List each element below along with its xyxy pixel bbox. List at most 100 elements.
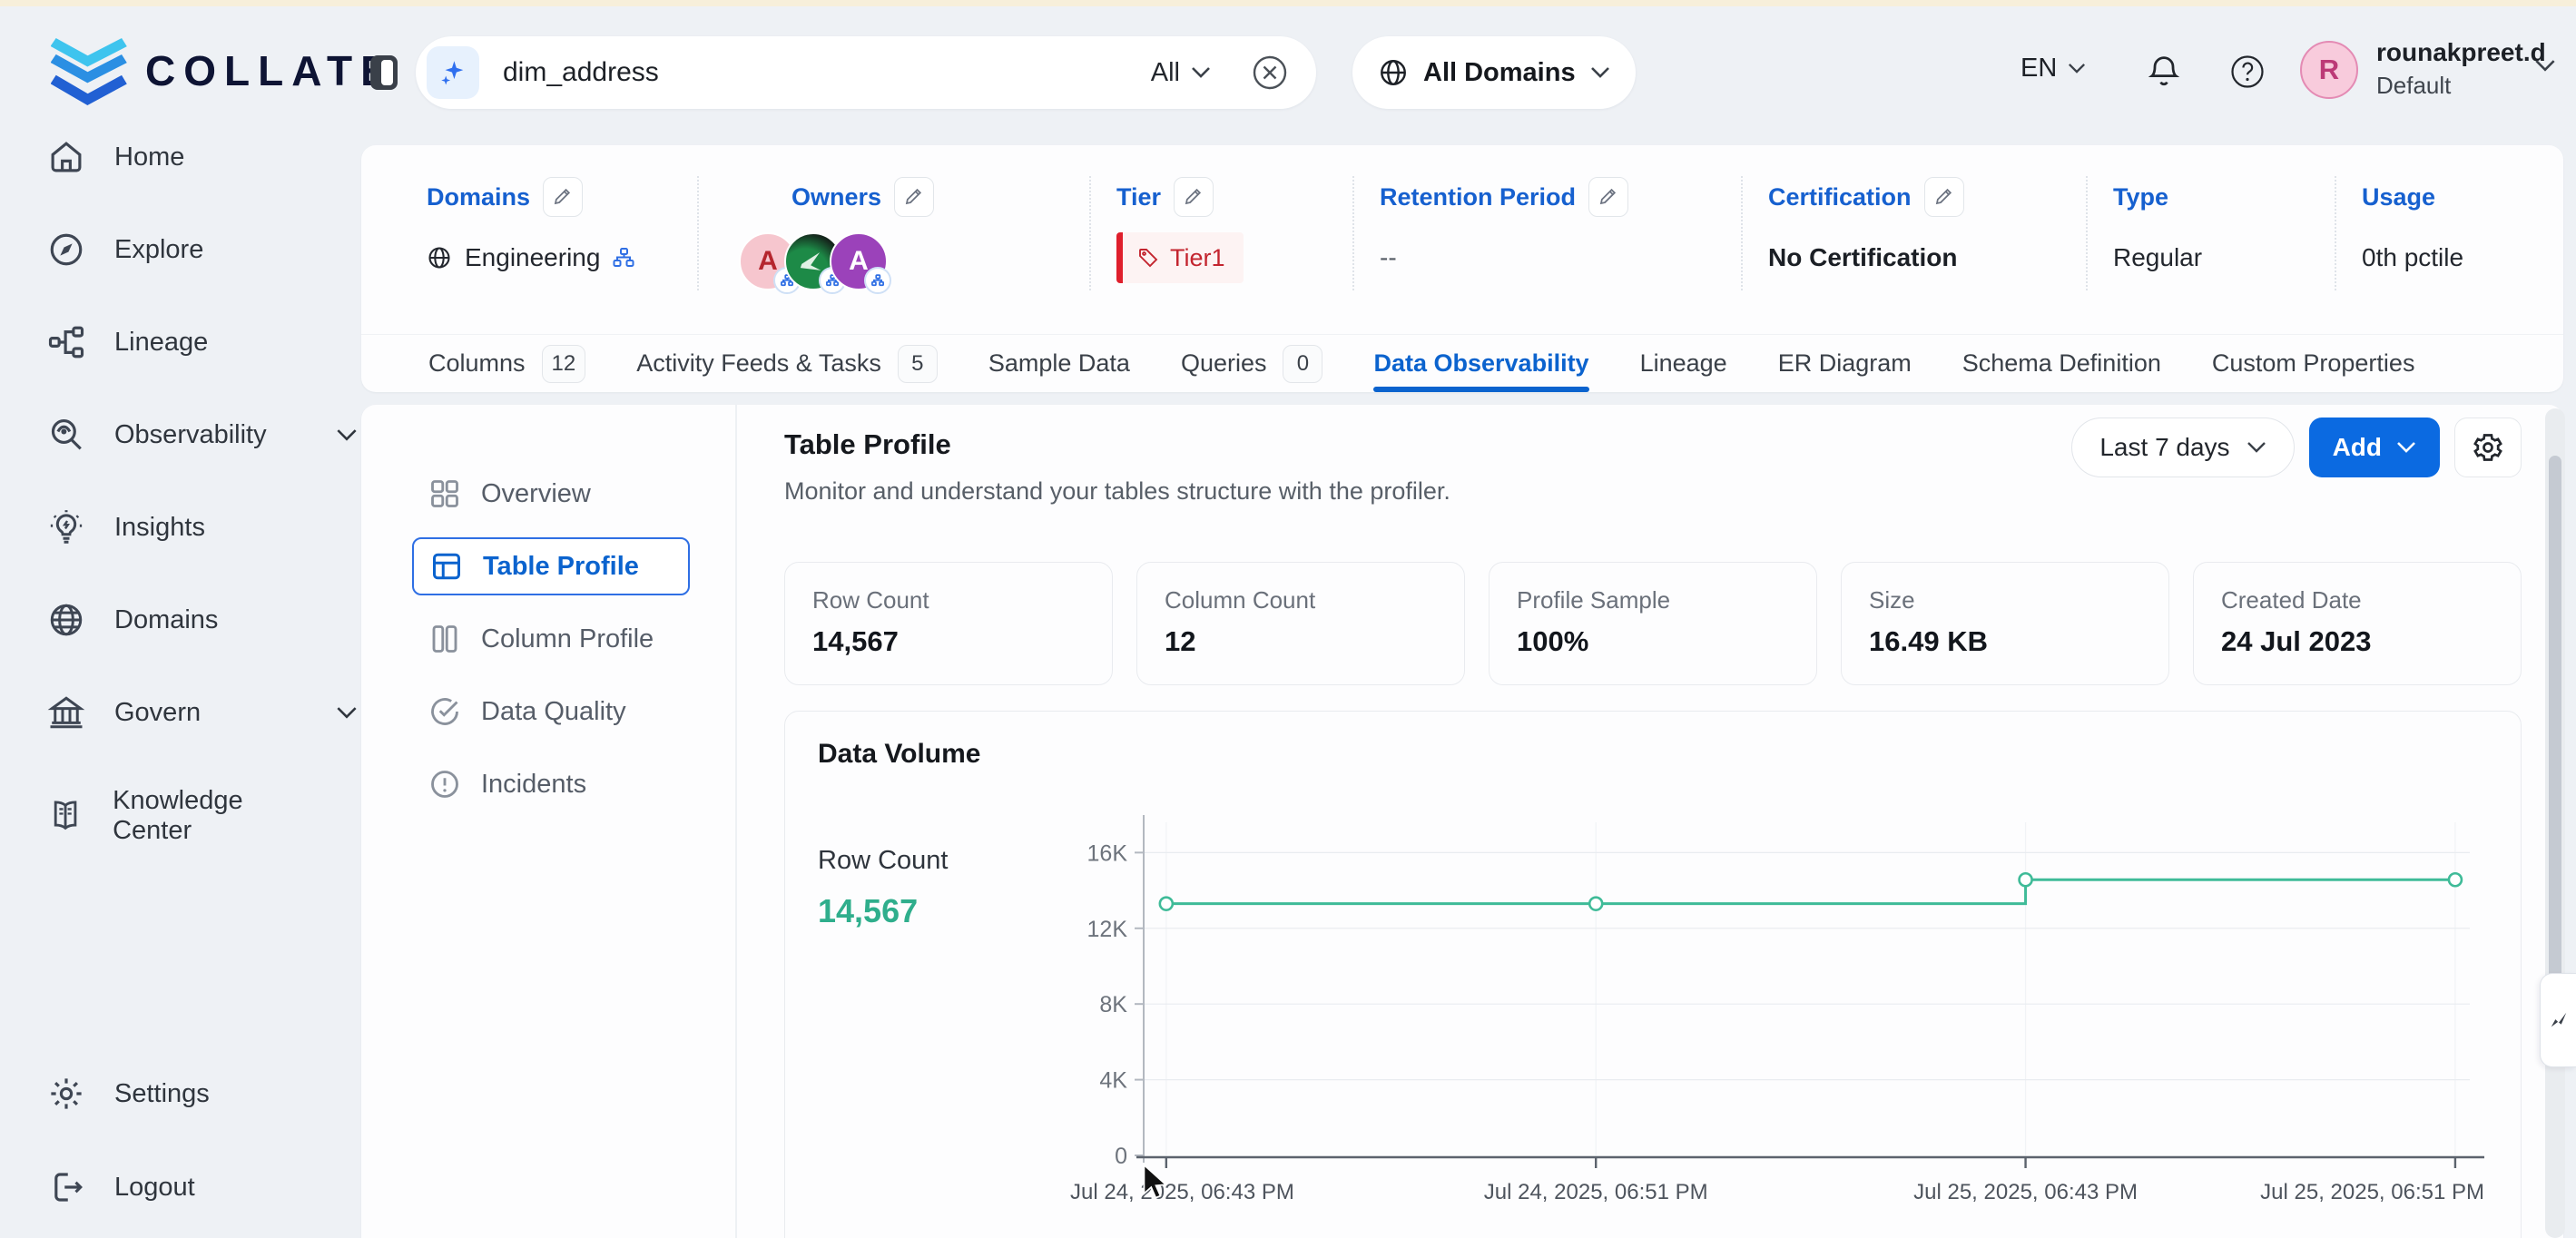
logout-icon: [47, 1168, 85, 1206]
add-button[interactable]: Add: [2309, 418, 2440, 477]
svg-text:0: 0: [1115, 1144, 1127, 1169]
tab-data-observability[interactable]: Data Observability: [1373, 335, 1588, 392]
column-profile-icon: [428, 623, 461, 655]
row-count-line-chart[interactable]: 04K8K12K16KJul 24, 2025, 06:43 PMJul 24,…: [1067, 797, 2488, 1236]
tab-schema-definition[interactable]: Schema Definition: [1962, 335, 2161, 392]
sidebar-item-logout[interactable]: Logout: [47, 1168, 320, 1206]
meta-tier: Tier Tier1: [1116, 176, 1354, 290]
tab-count-badge: 12: [542, 345, 586, 383]
edge-widget-icon: [2549, 1008, 2569, 1032]
tab-count-badge: 5: [898, 345, 938, 383]
pencil-icon: [1934, 187, 1954, 207]
tier-tag[interactable]: Tier1: [1116, 232, 1244, 283]
profiler-controls: Last 7 days Add: [2071, 418, 2522, 477]
vertical-scrollbar[interactable]: [2545, 408, 2565, 1238]
tag-icon: [1137, 247, 1159, 269]
meta-usage: Usage 0th pctile: [2362, 176, 2487, 290]
chevron-down-icon: [2247, 441, 2266, 454]
edit-owners-button[interactable]: [894, 177, 934, 217]
chevron-down-icon: [1590, 66, 1610, 79]
subnav-table-profile[interactable]: Table Profile: [412, 537, 690, 595]
owner-avatar[interactable]: A: [830, 232, 888, 290]
pencil-icon: [904, 187, 924, 207]
search-scope-dropdown[interactable]: All: [1151, 58, 1211, 88]
sidebar-item-explore[interactable]: Explore: [47, 231, 320, 269]
profiler-settings-button[interactable]: [2454, 418, 2522, 477]
sidebar-item-settings[interactable]: Settings: [47, 1075, 320, 1113]
sidebar-item-lineage[interactable]: Lineage: [47, 323, 320, 361]
user-avatar[interactable]: R: [2300, 41, 2358, 99]
chevron-down-icon: [336, 706, 358, 720]
edit-domains-button[interactable]: [543, 177, 583, 217]
subnav-data-quality[interactable]: Data Quality: [412, 683, 690, 741]
sidebar-item-observability[interactable]: Observability: [47, 416, 320, 454]
edit-tier-button[interactable]: [1174, 177, 1214, 217]
chevron-down-icon: [1191, 66, 1211, 79]
owner-avatars[interactable]: A A: [739, 232, 888, 290]
tab-lineage[interactable]: Lineage: [1640, 335, 1727, 392]
book-icon: [47, 797, 84, 835]
mouse-cursor: [1140, 1164, 1171, 1204]
time-range-dropdown[interactable]: Last 7 days: [2071, 418, 2294, 477]
scrollbar-thumb[interactable]: [2549, 456, 2561, 1037]
sidebar-item-insights[interactable]: Insights: [47, 508, 320, 546]
user-name: rounakpreet.d: [2376, 37, 2546, 68]
meta-retention: Retention Period --: [1380, 176, 1743, 290]
tab-activity-feeds[interactable]: Activity Feeds & Tasks5: [636, 335, 938, 392]
global-search-bar[interactable]: dim_address All: [416, 36, 1316, 109]
sidebar-item-knowledge-center[interactable]: Knowledge Center: [47, 786, 320, 846]
subnav-overview[interactable]: Overview: [412, 465, 690, 523]
collate-logo[interactable]: COLLATE: [51, 34, 397, 108]
chevron-down-icon: [2396, 441, 2416, 454]
collate-logo-icon: [51, 34, 129, 108]
sidebar-item-domains[interactable]: Domains: [47, 601, 320, 639]
alert-circle-icon: [428, 768, 461, 801]
team-badge-icon: [864, 267, 891, 294]
user-menu-chevron-icon[interactable]: [2534, 59, 2556, 73]
stat-column-count: Column Count 12: [1136, 562, 1465, 685]
tab-sample-data[interactable]: Sample Data: [988, 335, 1130, 392]
profiler-subnav: Overview Table Profile Column Profile Da…: [361, 405, 737, 1238]
tab-count-badge: 0: [1283, 345, 1322, 383]
help-icon[interactable]: [2226, 50, 2269, 93]
overview-grid-icon: [428, 477, 461, 510]
domain-filter-dropdown[interactable]: All Domains: [1352, 36, 1636, 109]
tab-queries[interactable]: Queries0: [1181, 335, 1323, 392]
svg-text:4K: 4K: [1099, 1068, 1127, 1094]
tab-custom-properties[interactable]: Custom Properties: [2212, 335, 2415, 392]
profile-stat-cards: Row Count 14,567 Column Count 12 Profile…: [784, 562, 2522, 685]
window-top-strip: [0, 0, 2576, 6]
svg-text:8K: 8K: [1099, 992, 1127, 1017]
search-input[interactable]: dim_address: [503, 57, 1151, 88]
sidebar-collapse-icon[interactable]: [367, 52, 403, 93]
profiler-panel: Overview Table Profile Column Profile Da…: [361, 405, 2563, 1238]
svg-text:16K: 16K: [1087, 840, 1128, 866]
edge-widget[interactable]: [2540, 973, 2576, 1067]
svg-text:Jul 25, 2025, 06:51 PM: Jul 25, 2025, 06:51 PM: [2260, 1180, 2484, 1204]
page-subtitle: Monitor and understand your tables struc…: [784, 477, 2522, 506]
edit-retention-button[interactable]: [1588, 177, 1628, 217]
sidebar-item-govern[interactable]: Govern: [47, 693, 320, 732]
search-clear-icon[interactable]: [1251, 54, 1289, 92]
profiler-main: Table Profile Monitor and understand you…: [737, 405, 2563, 1238]
meta-type: Type Regular: [2113, 176, 2336, 290]
stat-profile-sample: Profile Sample 100%: [1489, 562, 1817, 685]
entity-tabs: Columns12 Activity Feeds & Tasks5 Sample…: [361, 334, 2563, 392]
tab-er-diagram[interactable]: ER Diagram: [1778, 335, 1912, 392]
subnav-incidents[interactable]: Incidents: [412, 755, 690, 813]
check-circle-icon: [428, 695, 461, 728]
sidebar-item-home[interactable]: Home: [47, 138, 320, 176]
edit-certification-button[interactable]: [1924, 177, 1964, 217]
notifications-bell-icon[interactable]: [2142, 50, 2186, 93]
subnav-column-profile[interactable]: Column Profile: [412, 610, 690, 668]
lineage-icon: [47, 323, 85, 361]
user-menu[interactable]: rounakpreet.d Default: [2376, 37, 2546, 100]
tab-columns[interactable]: Columns12: [428, 335, 585, 392]
ai-sparkle-icon: [427, 46, 479, 99]
insights-bulb-icon: [47, 508, 85, 546]
language-dropdown[interactable]: EN: [2020, 54, 2086, 84]
svg-text:Jul 24, 2025, 06:51 PM: Jul 24, 2025, 06:51 PM: [1484, 1180, 1708, 1204]
chevron-down-icon: [2068, 63, 2086, 74]
user-team: Default: [2376, 72, 2546, 100]
stat-size: Size 16.49 KB: [1841, 562, 2169, 685]
